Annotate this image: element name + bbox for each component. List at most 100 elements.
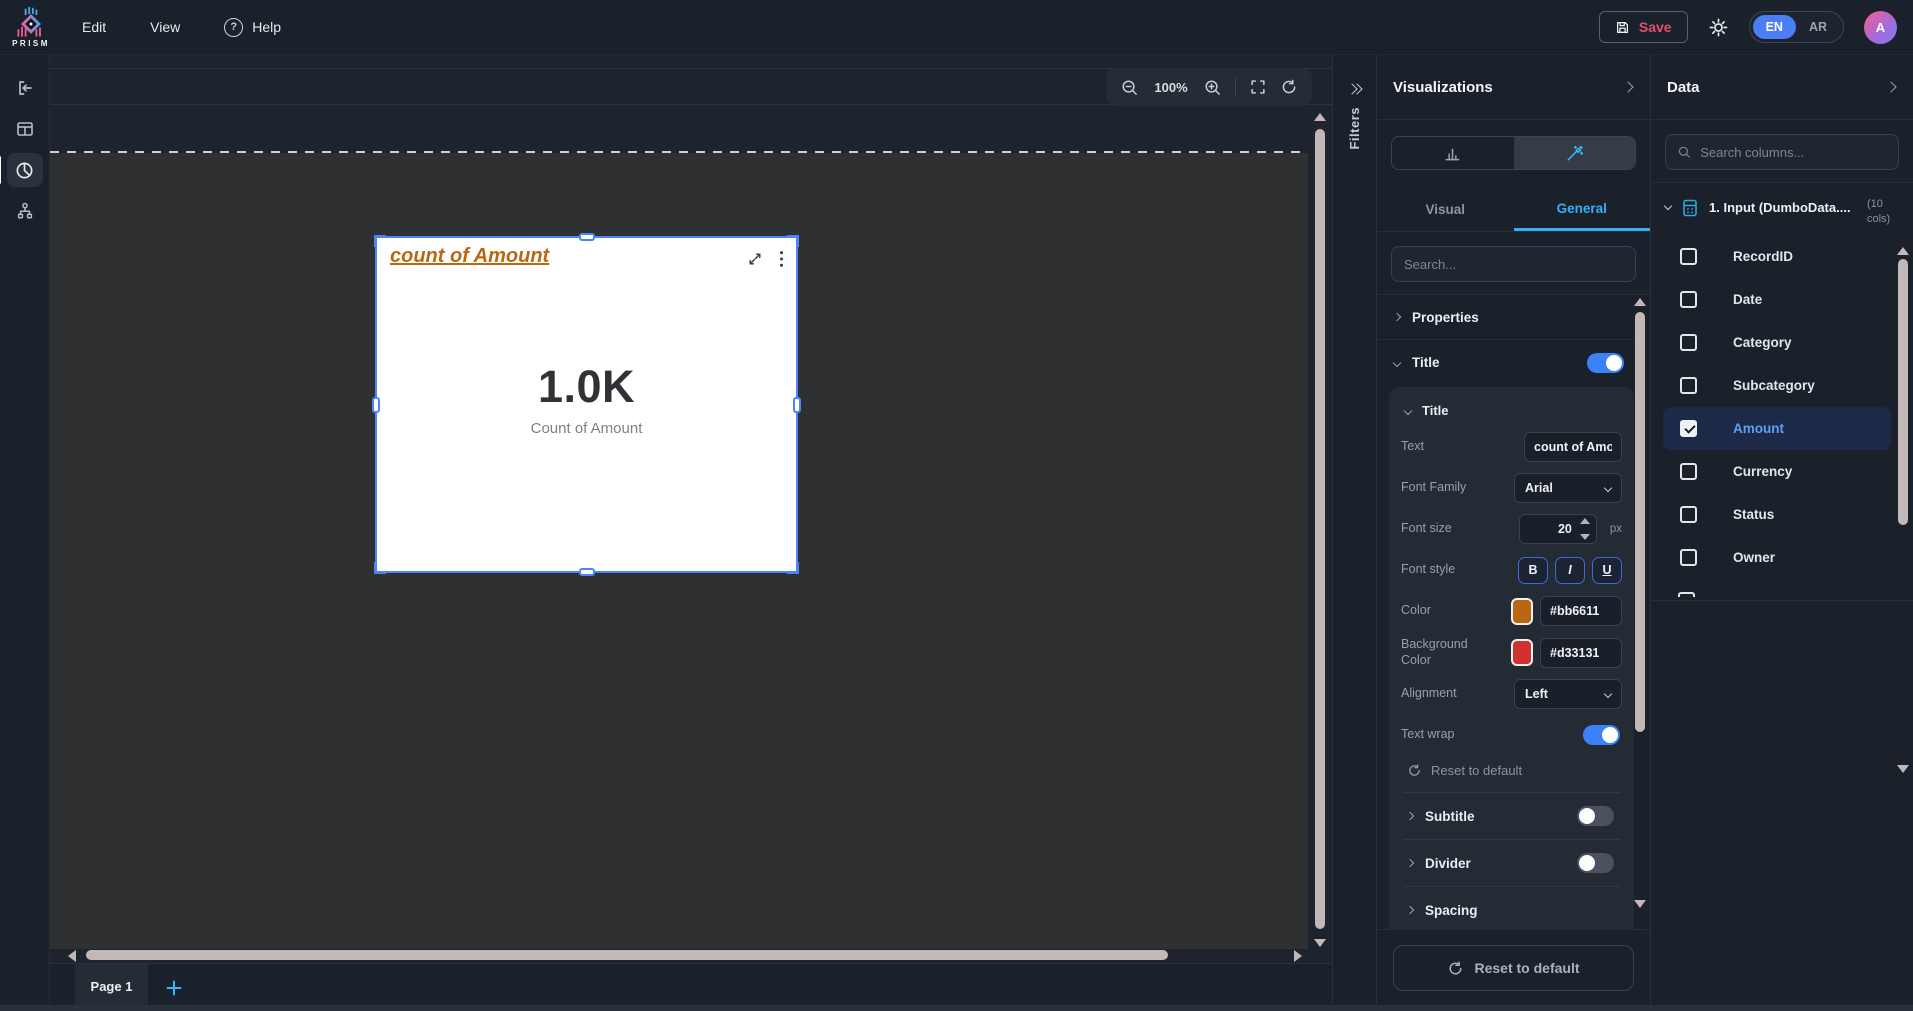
scroll-up-arrow[interactable] bbox=[1897, 247, 1909, 255]
layout-view-button[interactable] bbox=[7, 112, 43, 146]
widget-menu-button[interactable] bbox=[779, 250, 784, 268]
font-size-input[interactable] bbox=[1519, 522, 1572, 536]
add-page-button[interactable] bbox=[148, 964, 200, 1011]
italic-button[interactable]: I bbox=[1555, 556, 1585, 584]
expand-filters-button[interactable] bbox=[1346, 83, 1363, 95]
resize-handle-bottom-left[interactable] bbox=[374, 562, 386, 574]
stepper-up-icon[interactable] bbox=[1579, 518, 1590, 524]
resize-handle-bottom[interactable] bbox=[578, 568, 595, 576]
title-toggle[interactable] bbox=[1587, 352, 1624, 373]
viz-scroll-thumb[interactable] bbox=[1635, 312, 1645, 732]
fullscreen-button[interactable] bbox=[1249, 78, 1267, 96]
title-text-input[interactable] bbox=[1524, 432, 1622, 462]
collapse-data-panel-icon[interactable] bbox=[1885, 81, 1897, 93]
column-checkbox[interactable] bbox=[1680, 333, 1697, 351]
format-mode-button[interactable] bbox=[1513, 137, 1635, 169]
alignment-select[interactable]: Left bbox=[1514, 679, 1622, 710]
column-row[interactable]: Category bbox=[1663, 321, 1891, 364]
column-checkbox[interactable] bbox=[1680, 419, 1697, 437]
title-reset-to-default[interactable]: Reset to default bbox=[1401, 761, 1622, 792]
data-search-input[interactable] bbox=[1700, 144, 1887, 160]
section-subtitle[interactable]: Subtitle bbox=[1401, 793, 1622, 839]
canvas-viewport[interactable]: count of Amount 1.0K Count of Amount bbox=[50, 105, 1332, 949]
background-color-swatch[interactable] bbox=[1511, 639, 1533, 667]
background-color-hex-input[interactable] bbox=[1540, 637, 1622, 668]
text-wrap-toggle[interactable] bbox=[1583, 725, 1620, 746]
title-settings-header[interactable]: Title bbox=[1401, 399, 1622, 432]
column-row[interactable]: Amount bbox=[1663, 406, 1891, 450]
viz-panel-scrollbar[interactable] bbox=[1634, 298, 1646, 908]
horizontal-scroll-thumb[interactable] bbox=[86, 950, 1168, 960]
column-row[interactable]: Status bbox=[1663, 493, 1891, 536]
scroll-down-arrow[interactable] bbox=[1314, 939, 1326, 947]
column-checkbox[interactable] bbox=[1680, 548, 1697, 566]
column-row[interactable]: Owner bbox=[1663, 536, 1891, 579]
tab-general[interactable]: General bbox=[1513, 188, 1650, 231]
column-row[interactable]: Currency bbox=[1663, 450, 1891, 493]
column-checkbox[interactable] bbox=[1680, 462, 1697, 480]
lang-en-button[interactable]: EN bbox=[1752, 15, 1796, 39]
hierarchy-view-button[interactable] bbox=[7, 194, 43, 228]
menu-help[interactable]: ? Help bbox=[224, 17, 281, 37]
color-label: Color bbox=[1401, 603, 1431, 618]
kpi-card-widget[interactable]: count of Amount 1.0K Count of Amount bbox=[372, 233, 801, 576]
lang-ar-button[interactable]: AR bbox=[1796, 15, 1840, 39]
section-properties[interactable]: Properties bbox=[1377, 295, 1636, 340]
stepper-down-icon[interactable] bbox=[1579, 534, 1590, 540]
menu-edit[interactable]: Edit bbox=[82, 19, 106, 35]
charts-view-button[interactable] bbox=[0, 153, 43, 187]
filters-rail-label[interactable]: Filters bbox=[1347, 107, 1362, 150]
bold-button[interactable]: B bbox=[1518, 556, 1548, 584]
scroll-down-arrow[interactable] bbox=[1634, 900, 1646, 908]
avatar[interactable]: A bbox=[1864, 10, 1897, 44]
tab-visual[interactable]: Visual bbox=[1377, 188, 1514, 231]
data-scroll-thumb[interactable] bbox=[1898, 259, 1908, 525]
collapse-panel-button[interactable] bbox=[7, 71, 43, 105]
column-checkbox[interactable] bbox=[1680, 247, 1697, 265]
scroll-left-arrow[interactable] bbox=[68, 950, 76, 962]
reset-to-default-button[interactable]: Reset to default bbox=[1393, 945, 1634, 991]
page-tab-1[interactable]: Page 1 bbox=[75, 964, 148, 1011]
app-logo[interactable]: PRISM bbox=[8, 6, 54, 48]
column-checkbox[interactable] bbox=[1680, 505, 1697, 523]
zoom-in-button[interactable] bbox=[1203, 78, 1222, 97]
font-family-select[interactable]: Arial bbox=[1514, 473, 1622, 503]
column-row[interactable]: Date bbox=[1663, 278, 1891, 321]
data-panel-scrollbar[interactable] bbox=[1897, 247, 1909, 773]
vertical-scroll-thumb[interactable] bbox=[1315, 129, 1325, 929]
dataset-tree-item[interactable]: 1. Input (DumboData.... (10 cols) bbox=[1651, 183, 1913, 235]
canvas-horizontal-scrollbar[interactable] bbox=[50, 949, 1332, 963]
column-row[interactable]: Subcategory bbox=[1663, 364, 1891, 407]
language-toggle: EN AR bbox=[1748, 11, 1844, 43]
subtitle-toggle[interactable] bbox=[1577, 806, 1614, 827]
collapse-visualizations-icon[interactable] bbox=[1622, 81, 1634, 93]
resize-handle-top-right[interactable] bbox=[787, 235, 799, 247]
reset-view-button[interactable] bbox=[1280, 78, 1298, 96]
section-spacing[interactable]: Spacing bbox=[1401, 887, 1622, 929]
underline-button[interactable]: U bbox=[1592, 556, 1622, 584]
chart-mode-button[interactable] bbox=[1392, 137, 1514, 169]
color-hex-input[interactable] bbox=[1540, 596, 1622, 626]
scroll-right-arrow[interactable] bbox=[1294, 950, 1302, 962]
column-checkbox[interactable] bbox=[1680, 290, 1697, 308]
viz-search-input[interactable] bbox=[1404, 256, 1623, 272]
color-swatch[interactable] bbox=[1511, 597, 1533, 625]
menu-view[interactable]: View bbox=[150, 19, 180, 35]
resize-handle-top-left[interactable] bbox=[374, 235, 386, 247]
canvas-vertical-scrollbar[interactable] bbox=[1314, 113, 1326, 947]
section-title[interactable]: Title bbox=[1377, 340, 1636, 385]
widget-expand-button[interactable] bbox=[747, 251, 763, 267]
scroll-up-arrow[interactable] bbox=[1314, 113, 1326, 121]
divider-toggle[interactable] bbox=[1577, 853, 1614, 874]
save-button[interactable]: Save bbox=[1598, 11, 1688, 43]
zoom-out-button[interactable] bbox=[1120, 78, 1139, 97]
theme-toggle-button[interactable] bbox=[1708, 17, 1729, 38]
resize-handle-bottom-right[interactable] bbox=[787, 562, 799, 574]
scroll-down-arrow[interactable] bbox=[1897, 765, 1909, 773]
column-row[interactable]: RecordID bbox=[1663, 235, 1891, 278]
resize-handle-top[interactable] bbox=[578, 233, 595, 241]
brand-name: PRISM bbox=[12, 39, 50, 48]
scroll-up-arrow[interactable] bbox=[1634, 298, 1646, 306]
column-checkbox[interactable] bbox=[1680, 376, 1697, 394]
section-divider-setting[interactable]: Divider bbox=[1401, 840, 1622, 886]
